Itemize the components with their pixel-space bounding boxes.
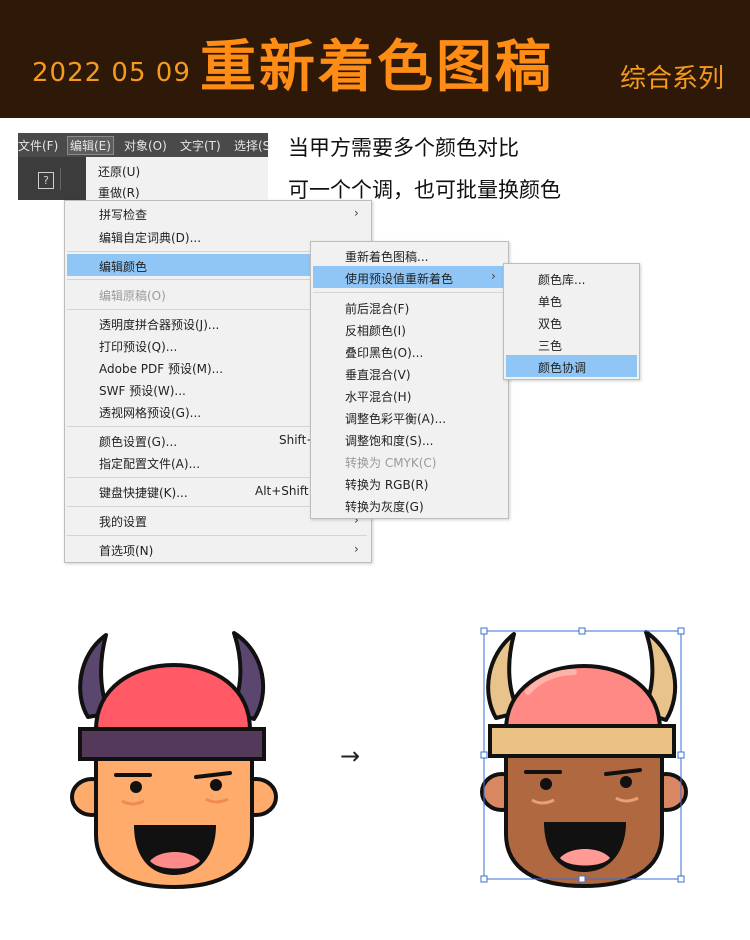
menu-item-convert-grayscale[interactable]: 转换为灰度(G) — [345, 498, 424, 515]
menu-item-pdf-presets[interactable]: Adobe PDF 预设(M)... — [99, 360, 223, 377]
menu-item-color-library[interactable]: 颜色库... — [538, 271, 585, 288]
menu-item-undo[interactable]: 还原(U) — [98, 163, 140, 180]
menu-edit[interactable]: 编辑(E) — [67, 136, 114, 155]
menu-item-adjust-color-balance[interactable]: 调整色彩平衡(A)... — [345, 410, 446, 427]
menu-item-convert-rgb[interactable]: 转换为 RGB(R) — [345, 476, 428, 493]
menu-item-color-settings[interactable]: 颜色设置(G)... — [99, 433, 177, 450]
menu-item-convert-cmyk: 转换为 CMYK(C) — [345, 456, 437, 470]
menu-item-edit-dictionary[interactable]: 编辑自定词典(D)... — [99, 229, 201, 246]
menu-item-print-presets[interactable]: 打印预设(Q)... — [99, 338, 177, 355]
recolored-viking-illustration[interactable] — [470, 622, 700, 897]
menu-item-redo[interactable]: 重做(R) — [98, 184, 140, 201]
header-title: 重新着色图稿 — [200, 35, 554, 100]
menu-type[interactable]: 文字(T) — [180, 137, 221, 154]
chevron-right-icon: › — [354, 542, 359, 556]
menu-file[interactable]: 文件(F) — [18, 137, 58, 154]
header-date: 2022 05 09 — [32, 58, 191, 88]
menu-divider — [67, 535, 367, 536]
menu-item-spell-check[interactable]: 拼写检查 — [99, 206, 147, 223]
menu-item-edit-colors[interactable]: 编辑颜色 — [99, 258, 147, 275]
menu-item-saturate[interactable]: 调整饱和度(S)... — [345, 432, 433, 449]
menu-item-recolor-with-preset[interactable]: 使用预设值重新着色 — [345, 270, 453, 287]
menu-item-blend-front-to-back[interactable]: 前后混合(F) — [345, 300, 409, 317]
recolor-preset-submenu: 颜色库... 单色 双色 三色 颜色协调 — [503, 263, 640, 380]
menu-divider — [313, 292, 506, 293]
menu-item-two-color[interactable]: 双色 — [538, 315, 562, 332]
original-viking-illustration — [70, 631, 278, 890]
menu-item-invert-colors[interactable]: 反相颜色(I) — [345, 322, 406, 339]
menu-item-blend-vertically[interactable]: 垂直混合(V) — [345, 366, 411, 383]
menu-item-transparency-presets[interactable]: 透明度拼合器预设(J)... — [99, 316, 219, 333]
menu-item-one-color[interactable]: 单色 — [538, 293, 562, 310]
menu-item-edit-original: 编辑原稿(O) — [99, 289, 166, 303]
menu-item-my-settings[interactable]: 我的设置 — [99, 513, 147, 530]
toolbar-divider — [60, 168, 61, 190]
note-line-1: 当甲方需要多个颜色对比 — [288, 136, 519, 160]
menu-item-keyboard-shortcuts[interactable]: 键盘快捷键(K)... — [99, 484, 188, 501]
arrow-icon: → — [340, 742, 361, 770]
menu-item-assign-profile[interactable]: 指定配置文件(A)... — [99, 455, 200, 472]
edit-colors-submenu: 重新着色图稿... 使用预设值重新着色 › 前后混合(F) 反相颜色(I) 叠印… — [310, 241, 509, 519]
menu-item-swf-presets[interactable]: SWF 预设(W)... — [99, 382, 186, 399]
menu-object[interactable]: 对象(O) — [124, 137, 167, 154]
menu-item-color-harmony[interactable]: 颜色协调 — [538, 359, 586, 376]
menu-select[interactable]: 选择(S — [234, 137, 270, 154]
menu-item-recolor-artwork[interactable]: 重新着色图稿... — [345, 248, 428, 265]
menu-item-blend-horizontally[interactable]: 水平混合(H) — [345, 388, 411, 405]
header-series: 综合系列 — [620, 64, 725, 94]
app-menubar: 文件(F) 编辑(E) 对象(O) 文字(T) 选择(S — [18, 133, 270, 157]
menu-item-preferences[interactable]: 首选项(N) — [99, 542, 153, 559]
menu-item-three-color[interactable]: 三色 — [538, 337, 562, 354]
menu-item-perspective-grid-presets[interactable]: 透视网格预设(G)... — [99, 404, 201, 421]
menu-item-overprint-black[interactable]: 叠印黑色(O)... — [345, 344, 423, 361]
help-icon[interactable]: ? — [38, 172, 54, 189]
chevron-right-icon: › — [354, 206, 359, 220]
chevron-right-icon: › — [491, 269, 496, 283]
edit-menu-top: 还原(U) 重做(R) — [86, 157, 268, 200]
